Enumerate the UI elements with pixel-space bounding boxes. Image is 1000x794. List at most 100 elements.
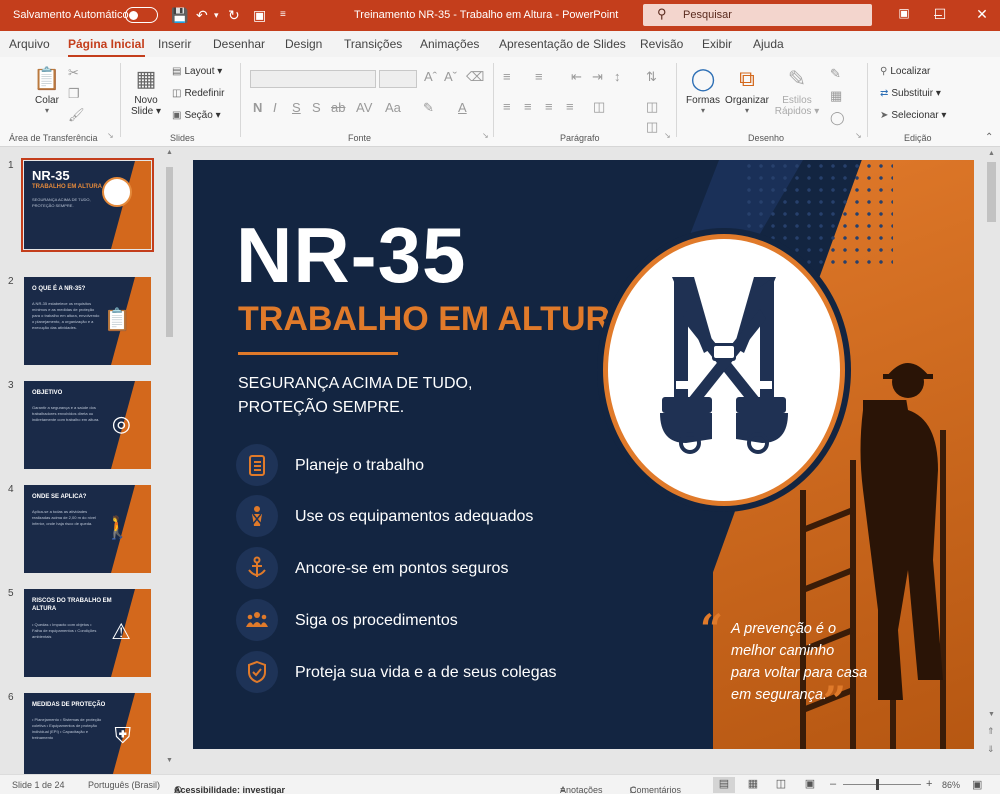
thumbnails-scrollbar[interactable]: ▲ ▼ xyxy=(165,149,174,765)
tab-pagina-inicial[interactable]: Página Inicial xyxy=(68,37,145,58)
copy-icon[interactable]: ❐ xyxy=(68,86,80,102)
font-launcher-icon[interactable]: ↘ xyxy=(482,131,489,140)
scroll-up-icon[interactable]: ▲ xyxy=(988,150,995,157)
autosave-toggle[interactable] xyxy=(125,7,158,23)
language-status[interactable]: Português (Brasil) xyxy=(88,780,160,790)
reset-button[interactable]: ◫ Redefinir xyxy=(172,88,224,99)
save-icon[interactable]: 💾 xyxy=(171,7,188,23)
undo-dropdown-icon[interactable]: ▾ xyxy=(214,7,219,23)
tab-apresentacao[interactable]: Apresentação de Slides xyxy=(499,37,626,51)
scrollbar-thumb[interactable] xyxy=(166,167,173,337)
slide-scrollbar[interactable]: ▲ ▼ ⇑ ⇓ xyxy=(985,148,998,774)
search-box[interactable]: ⚲ Pesquisar xyxy=(643,4,872,26)
undo-icon[interactable]: ↶ xyxy=(196,7,208,23)
slideshow-view-button[interactable]: ▣ xyxy=(799,777,821,793)
font-color-icon[interactable]: A xyxy=(458,100,467,115)
zoom-slider-handle[interactable] xyxy=(876,779,879,790)
zoom-in-button[interactable]: + xyxy=(926,778,932,790)
shadow-icon[interactable]: S xyxy=(312,100,321,115)
replace-button[interactable]: ⇄ Substituir ▾ xyxy=(880,88,941,99)
select-button[interactable]: ➤ Selecionar ▾ xyxy=(880,110,946,121)
decrease-font-icon[interactable]: Aˇ xyxy=(444,69,457,84)
scroll-down-icon[interactable]: ▼ xyxy=(166,757,173,764)
normal-view-button[interactable]: ▤ xyxy=(713,777,735,793)
quick-styles-button[interactable]: ✎ Estilos Rápidos ▾ xyxy=(774,65,820,117)
clipboard-launcher-icon[interactable]: ↘ xyxy=(107,131,114,140)
format-painter-icon[interactable]: 🖌 xyxy=(68,107,85,123)
spacing-icon[interactable]: AV xyxy=(356,100,372,115)
new-slide-button[interactable]: ▦ Novo Slide ▾ xyxy=(129,65,163,117)
arrange-button[interactable]: ⧉ Organizar ▾ xyxy=(724,65,770,115)
align-center-icon[interactable]: ≡ xyxy=(524,99,532,114)
shape-fill-icon[interactable]: ✎ xyxy=(830,66,841,82)
justify-icon[interactable]: ≡ xyxy=(566,99,574,114)
scrollbar-thumb[interactable] xyxy=(987,162,996,222)
zoom-level[interactable]: 86% xyxy=(942,780,960,790)
shapes-button[interactable]: ◯ Formas ▾ xyxy=(684,65,722,115)
cut-icon[interactable]: ✂ xyxy=(68,65,79,81)
find-button[interactable]: ⚲ Localizar xyxy=(880,66,930,77)
collapse-ribbon-icon[interactable]: ⌃ xyxy=(985,132,993,143)
customize-toolbar-icon[interactable]: ≡ xyxy=(280,7,286,23)
strikethrough-icon[interactable]: ab xyxy=(331,100,345,115)
bullets-icon[interactable]: ≡ xyxy=(503,69,511,84)
zoom-out-button[interactable]: – xyxy=(830,778,836,790)
line-spacing-icon[interactable]: ↕ xyxy=(614,69,621,84)
align-text-icon[interactable]: ◫ xyxy=(646,99,658,115)
shape-outline-icon[interactable]: ▦ xyxy=(830,88,842,104)
drawing-launcher-icon[interactable]: ↘ xyxy=(855,131,862,140)
slide-thumbnail-3[interactable]: OBJETIVO Garantir a segurança e a saúde … xyxy=(24,381,151,469)
paste-button[interactable]: 📋 Colar ▾ xyxy=(30,65,64,115)
tab-exibir[interactable]: Exibir xyxy=(702,37,732,51)
section-button[interactable]: ▣ Seção ▾ xyxy=(172,110,221,121)
font-family-dropdown[interactable] xyxy=(250,70,376,88)
increase-font-icon[interactable]: Aˆ xyxy=(424,69,437,84)
numbering-icon[interactable]: ≡ xyxy=(535,69,543,84)
scroll-down-icon[interactable]: ▼ xyxy=(988,711,995,718)
text-direction-icon[interactable]: ⇅ xyxy=(646,69,657,85)
decrease-indent-icon[interactable]: ⇤ xyxy=(571,69,582,85)
slide-thumbnail-4[interactable]: ONDE SE APLICA? Aplica-se a todas as ati… xyxy=(24,485,151,573)
reading-view-button[interactable]: ◫ xyxy=(770,777,792,793)
align-left-icon[interactable]: ≡ xyxy=(503,99,511,114)
italic-icon[interactable]: I xyxy=(273,100,277,115)
increase-indent-icon[interactable]: ⇥ xyxy=(592,69,603,85)
slide-sorter-view-button[interactable]: ▦ xyxy=(742,777,764,793)
next-slide-icon[interactable]: ⇓ xyxy=(987,744,995,755)
slide-thumbnail-2[interactable]: O QUE É A NR-35? A NR-35 estabelece os r… xyxy=(24,277,151,365)
slide-thumbnail-6[interactable]: MEDIDAS DE PROTEÇÃO • Planejamento • Sis… xyxy=(24,693,151,774)
thumbnail-title: ONDE SE APLICA? xyxy=(32,494,87,500)
tab-animacoes[interactable]: Animações xyxy=(420,37,479,51)
scroll-up-icon[interactable]: ▲ xyxy=(166,149,173,156)
tab-ajuda[interactable]: Ajuda xyxy=(753,37,784,51)
zoom-slider[interactable] xyxy=(843,784,921,785)
highlight-icon[interactable]: ✎ xyxy=(423,100,434,116)
close-button[interactable]: ✕ xyxy=(972,6,992,23)
maximize-button[interactable]: ☐ xyxy=(930,6,950,23)
tab-arquivo[interactable]: Arquivo xyxy=(9,37,50,51)
tab-desenhar[interactable]: Desenhar xyxy=(213,37,265,51)
align-right-icon[interactable]: ≡ xyxy=(545,99,553,114)
underline-icon[interactable]: S xyxy=(292,100,301,115)
present-icon[interactable]: ▣ xyxy=(253,7,266,23)
tab-transicoes[interactable]: Transições xyxy=(344,37,402,51)
shape-effects-icon[interactable]: ◯ xyxy=(830,110,845,126)
slide-thumbnail-5[interactable]: RISCOS DO TRABALHO EM ALTURA • Quedas • … xyxy=(24,589,151,677)
font-size-dropdown[interactable] xyxy=(379,70,417,88)
layout-button[interactable]: ▤ Layout ▾ xyxy=(172,66,222,77)
redo-icon[interactable]: ↻ xyxy=(228,7,240,23)
slide-canvas[interactable]: NR-35 TRABALHO EM ALTURA SEGURANÇA ACIMA… xyxy=(193,160,974,749)
previous-slide-icon[interactable]: ⇑ xyxy=(987,726,995,737)
clear-formatting-icon[interactable]: ⌫ xyxy=(466,69,484,85)
bold-icon[interactable]: N xyxy=(253,100,262,115)
tab-design[interactable]: Design xyxy=(285,37,322,51)
ribbon-options-icon[interactable]: ▣ xyxy=(894,6,914,20)
tab-revisao[interactable]: Revisão xyxy=(640,37,683,51)
slide-thumbnail-1[interactable]: NR-35 TRABALHO EM ALTURA SEGURANÇA ACIMA … xyxy=(21,158,154,252)
columns-icon[interactable]: ◫ xyxy=(593,99,605,115)
fit-to-window-icon[interactable]: ▣ xyxy=(972,778,982,791)
tab-inserir[interactable]: Inserir xyxy=(158,37,191,51)
change-case-icon[interactable]: Aa xyxy=(385,100,401,115)
paragraph-launcher-icon[interactable]: ↘ xyxy=(664,131,671,140)
smartart-icon[interactable]: ◫ xyxy=(646,119,658,135)
